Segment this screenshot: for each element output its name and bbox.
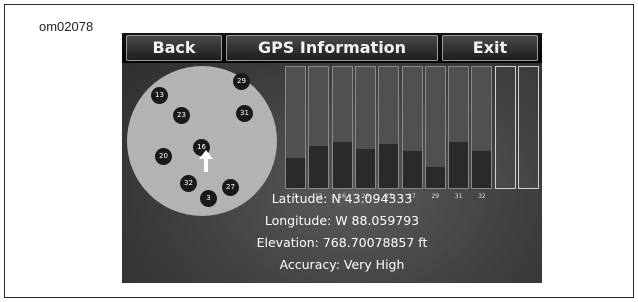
- signal-bar: [448, 66, 470, 189]
- signal-bar-fill: [449, 142, 469, 188]
- position-info: Latitude: N 43.094333 Longitude: W 88.05…: [227, 188, 457, 276]
- elevation-readout: Elevation: 768.70078857 ft: [256, 235, 428, 250]
- top-bar: Back GPS Information Exit: [122, 33, 542, 63]
- signal-bar: [354, 66, 376, 189]
- latitude-readout: Latitude: N 43.094333: [271, 191, 413, 206]
- signal-bar: [331, 66, 353, 189]
- satellite-marker: 23: [173, 107, 190, 124]
- figure-frame: om02078 Back GPS Information Exit 29 13 …: [4, 4, 634, 298]
- signal-bar: [424, 66, 446, 189]
- signal-bar: [308, 66, 330, 189]
- satellite-marker: 3: [200, 190, 217, 207]
- signal-strength-bars: 3 13 16 20 23 27 29 31 32: [285, 66, 542, 200]
- back-button[interactable]: Back: [126, 35, 222, 61]
- signal-bar-fill: [286, 158, 305, 188]
- signal-bar-label: 32: [478, 193, 486, 200]
- gps-information-screen: Back GPS Information Exit 29 13 23 31 20…: [122, 33, 542, 283]
- signal-bar: [401, 66, 423, 189]
- signal-bar: [494, 66, 516, 189]
- satellite-marker: 13: [151, 87, 168, 104]
- screen-title: GPS Information: [226, 35, 438, 61]
- signal-bar-fill: [379, 144, 399, 188]
- satellite-marker: 20: [155, 148, 172, 165]
- signal-bar-fill: [472, 151, 492, 188]
- signal-bar-fill: [309, 146, 329, 188]
- document-id: om02078: [39, 19, 94, 34]
- satellite-marker: 31: [236, 105, 253, 122]
- longitude-readout: Longitude: W 88.059793: [264, 213, 420, 228]
- signal-bar-fill: [355, 149, 375, 188]
- satellite-marker: 32: [180, 175, 197, 192]
- signal-bar-fill: [332, 142, 352, 188]
- signal-bar-fill: [402, 151, 422, 188]
- satellite-marker: 29: [233, 73, 250, 90]
- signal-bar: [378, 66, 400, 189]
- signal-bar-fill: [425, 167, 445, 188]
- signal-bar: [285, 66, 306, 189]
- signal-bar: [518, 66, 539, 189]
- heading-arrow-icon: [199, 150, 213, 172]
- signal-bar: [471, 66, 493, 189]
- accuracy-readout: Accuracy: Very High: [279, 257, 405, 272]
- exit-button[interactable]: Exit: [442, 35, 538, 61]
